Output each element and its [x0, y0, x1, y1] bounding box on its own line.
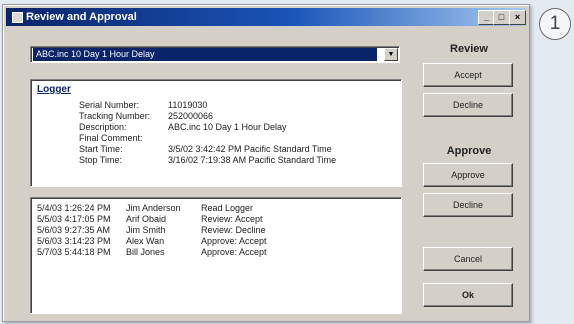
field-row-description: Description: ABC.inc 10 Day 1 Hour Delay: [79, 122, 287, 132]
field-row-tracking-number: Tracking Number: 252000066: [79, 111, 213, 121]
list-item[interactable]: 5/6/03 3:14:23 PM Alex Wan Approve: Accept: [37, 236, 267, 246]
log-time: 5/6/03 9:27:35 AM: [37, 225, 111, 235]
review-accept-button[interactable]: Accept: [423, 63, 513, 87]
log-time: 5/5/03 4:17:05 PM: [37, 214, 111, 224]
log-user: Jim Anderson: [126, 203, 181, 213]
log-time: 5/4/03 1:26:24 PM: [37, 203, 111, 213]
logger-heading: Logger: [37, 84, 71, 95]
maximize-button[interactable]: □: [493, 10, 510, 25]
field-label: Stop Time:: [79, 155, 123, 165]
chevron-down-icon[interactable]: ▼: [384, 48, 398, 61]
approve-button[interactable]: Approve: [423, 163, 513, 187]
callout-number: 1: [539, 8, 571, 40]
field-label: Serial Number:: [79, 100, 140, 110]
field-value: 3/16/02 7:19:38 AM Pacific Standard Time: [168, 155, 337, 165]
cancel-button[interactable]: Cancel: [423, 247, 513, 271]
log-user: Arif Obaid: [126, 214, 167, 224]
window-title: Review and Approval: [26, 11, 137, 23]
review-approval-window: Review and Approval _ □ × ABC.inc 10 Day…: [2, 4, 530, 322]
field-value: 11019030: [168, 100, 208, 110]
field-label: Description:: [79, 122, 127, 132]
log-action: Approve: Accept: [201, 247, 267, 257]
field-value: ABC.inc 10 Day 1 Hour Delay: [168, 122, 287, 132]
close-button[interactable]: ×: [509, 10, 526, 25]
field-label: Tracking Number:: [79, 111, 151, 121]
list-item[interactable]: 5/6/03 9:27:35 AM Jim Smith Review: Declin…: [37, 225, 266, 235]
review-decline-button[interactable]: Decline: [423, 93, 513, 117]
logger-select-dropdown[interactable]: ABC.inc 10 Day 1 Hour Delay ▼: [30, 46, 400, 63]
approve-heading: Approve: [446, 145, 492, 157]
log-action: Read Logger: [201, 203, 254, 213]
log-time: 5/6/03 3:14:23 PM: [37, 236, 111, 246]
approve-decline-button[interactable]: Decline: [423, 193, 513, 217]
field-row-start-time: Start Time: 3/5/02 3:42:42 PM Pacific Sta…: [79, 144, 332, 154]
field-row-serial-number: Serial Number: 11019030: [79, 100, 207, 110]
log-action: Approve: Accept: [201, 236, 267, 246]
logger-details-panel: Logger Serial Number: 11019030 Tracking N…: [30, 79, 402, 187]
title-bar[interactable]: Review and Approval _ □ ×: [6, 8, 526, 26]
list-item[interactable]: 5/4/03 1:26:24 PM Jim Anderson Read Logger: [37, 203, 253, 213]
log-user: Alex Wan: [126, 236, 165, 246]
log-action: Review: Accept: [201, 214, 263, 224]
window-icon: [12, 12, 23, 23]
list-item[interactable]: 5/7/03 5:44:18 PM Bill Jones Approve: Acce…: [37, 247, 267, 257]
field-row-stop-time: Stop Time: 3/16/02 7:19:38 AM Pacific Sta…: [79, 155, 336, 165]
log-user: Jim Smith: [126, 225, 166, 235]
list-item[interactable]: 5/5/03 4:17:05 PM Arif Obaid Review: Accep…: [37, 214, 263, 224]
activity-log-list[interactable]: 5/4/03 1:26:24 PM Jim Anderson Read Logger…: [30, 197, 402, 314]
log-user: Bill Jones: [126, 247, 165, 257]
field-value: 252000066: [168, 111, 214, 121]
field-label: Final Comment:: [79, 133, 143, 143]
field-row-final-comment: Final Comment:: [79, 133, 168, 143]
log-time: 5/7/03 5:44:18 PM: [37, 247, 111, 257]
dropdown-selected-value: ABC.inc 10 Day 1 Hour Delay: [33, 48, 377, 61]
review-heading: Review: [450, 43, 488, 55]
field-label: Start Time:: [79, 144, 123, 154]
ok-button[interactable]: Ok: [423, 283, 513, 307]
log-action: Review: Decline: [201, 225, 266, 235]
field-value: 3/5/02 3:42:42 PM Pacific Standard Time: [168, 144, 332, 154]
